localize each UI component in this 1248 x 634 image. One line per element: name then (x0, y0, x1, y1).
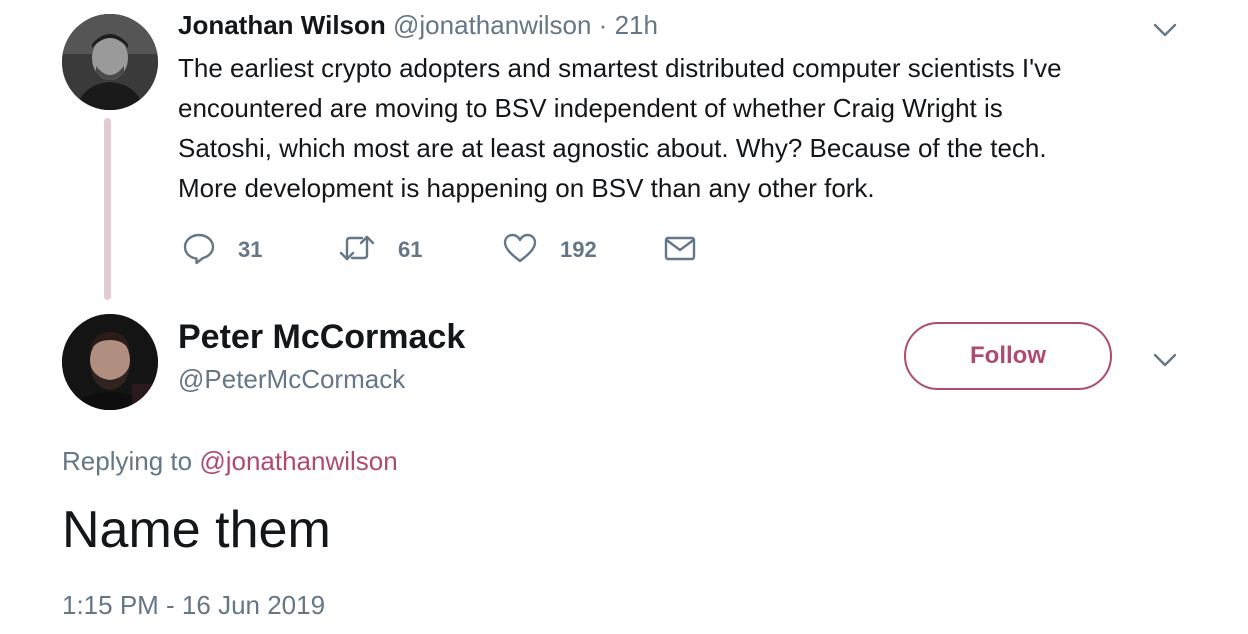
peter-mccormack-avatar[interactable] (62, 314, 158, 410)
header-separator: · (598, 10, 608, 40)
parent-tweet-text: The earliest crypto adopters and smartes… (178, 48, 1178, 208)
speech-bubble-icon (182, 231, 216, 270)
jonathan-wilson-avatar[interactable] (62, 14, 158, 110)
reply-count: 31 (238, 237, 263, 262)
parent-author-name[interactable]: Jonathan Wilson (178, 10, 386, 40)
envelope-icon (664, 234, 696, 267)
like-button[interactable]: 192 (502, 232, 597, 268)
tweet-text-line: More development is happening on BSV tha… (178, 173, 875, 203)
direct-message-button[interactable] (664, 232, 696, 268)
follow-button[interactable]: Follow (904, 322, 1112, 390)
tweet-text-line: Satoshi, which most are at least agnosti… (178, 133, 1047, 163)
reply-button[interactable]: 31 (182, 232, 262, 268)
replying-to-line: Replying to @jonathanwilson (62, 446, 398, 477)
parent-tweet-header: Jonathan Wilson @jonathanwilson · 21h (178, 10, 658, 41)
parent-tweet-time[interactable]: 21h (615, 10, 658, 40)
parent-author-handle[interactable]: @jonathanwilson (393, 10, 591, 40)
chevron-down-icon[interactable] (1152, 350, 1178, 370)
retweet-count: 61 (398, 237, 423, 262)
replying-prefix: Replying to (62, 446, 193, 476)
heart-icon (502, 232, 538, 269)
main-tweet-text: Name them (62, 501, 331, 559)
tweet-text-line: The earliest crypto adopters and smartes… (178, 53, 1062, 83)
replying-to-handle-link[interactable]: @jonathanwilson (199, 446, 397, 476)
main-author-handle[interactable]: @PeterMcCormack (178, 364, 405, 395)
tweet-timestamp[interactable]: 1:15 PM - 16 Jun 2019 (62, 590, 325, 621)
main-author-name[interactable]: Peter McCormack (178, 318, 465, 357)
like-count: 192 (560, 237, 597, 262)
tweet-text-line: encountered are moving to BSV independen… (178, 93, 1003, 123)
thread-connector-line (104, 118, 111, 300)
chevron-down-icon[interactable] (1152, 20, 1178, 40)
retweet-arrows-icon (338, 233, 376, 268)
retweet-button[interactable]: 61 (338, 232, 422, 268)
